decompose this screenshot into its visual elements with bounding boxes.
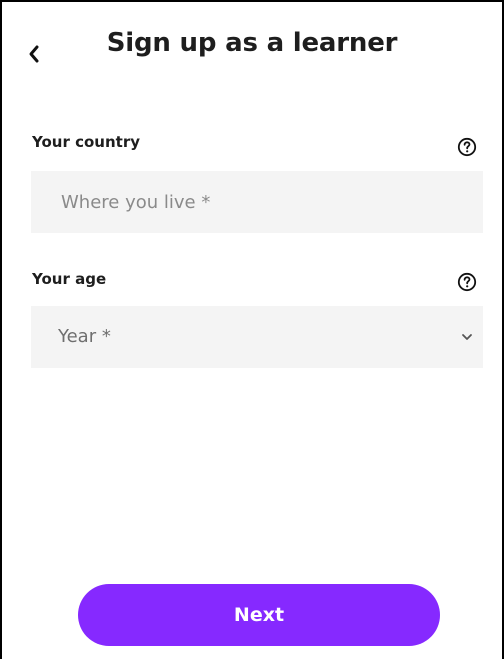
page-title: Sign up as a learner xyxy=(106,28,398,58)
next-button[interactable]: Next xyxy=(78,584,440,646)
help-circle-icon[interactable] xyxy=(457,137,477,157)
country-input[interactable] xyxy=(31,171,483,233)
country-label: Your country xyxy=(32,133,140,151)
age-year-select[interactable]: Year * xyxy=(31,306,483,368)
age-label: Your age xyxy=(32,270,107,288)
chevron-down-icon xyxy=(462,334,472,340)
header: Sign up as a learner xyxy=(2,2,502,92)
help-circle-icon[interactable] xyxy=(457,272,477,292)
signup-screen: Sign up as a learner Your country Your a… xyxy=(0,0,504,659)
age-select-value: Year * xyxy=(58,326,111,347)
